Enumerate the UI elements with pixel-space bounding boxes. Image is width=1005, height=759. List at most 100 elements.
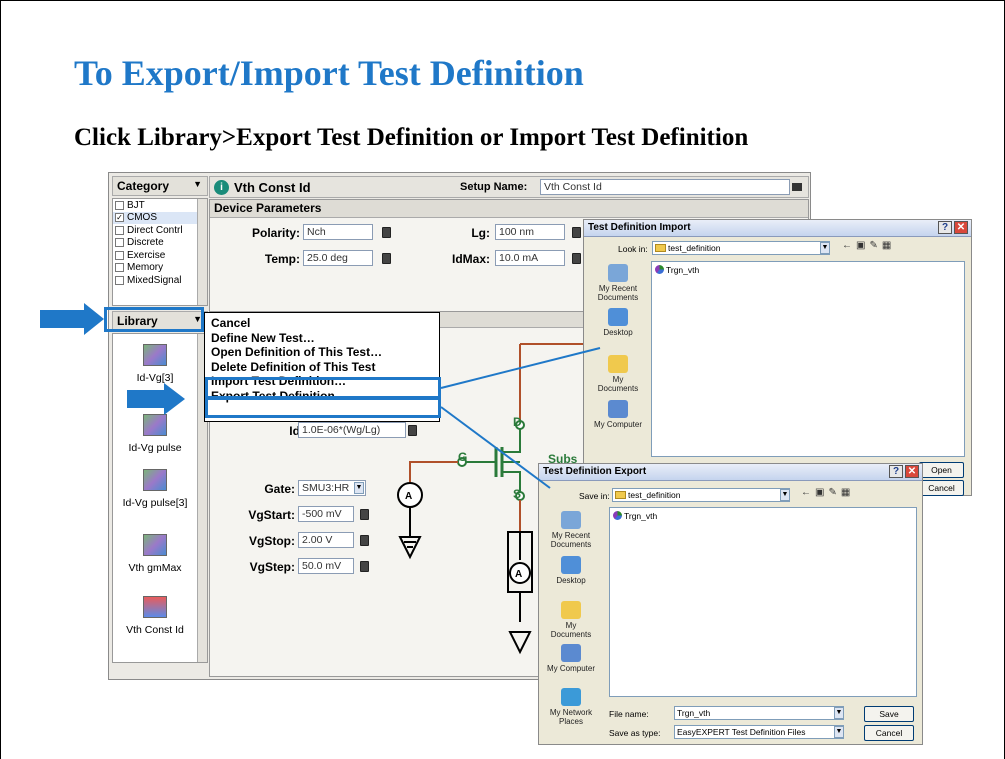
category-item[interactable]: Direct Contrl [113,224,207,237]
category-item[interactable]: MixedSignal [113,274,207,287]
chevron-down-icon[interactable]: ▼ [834,707,844,719]
folder-icon [655,244,666,252]
export-cancel-button[interactable]: Cancel [864,725,914,741]
calculator-icon[interactable] [572,253,581,264]
device-parameters-header: Device Parameters [210,200,808,218]
menu-item-open-definition[interactable]: Open Definition of This Test… [211,345,433,360]
idmax-field[interactable]: 10.0 mA [495,250,565,266]
checkbox-icon[interactable] [115,263,124,273]
nav-toolbar-icons[interactable]: ←▣✎▦ [801,487,854,498]
place-my-documents[interactable]: My Documents [594,355,642,393]
save-type-select[interactable]: EasyEXPERT Test Definition Files [674,725,844,739]
vgstop-field[interactable]: 2.00 V [298,532,354,548]
export-dialog-title: Test Definition Export [543,466,647,477]
calculator-icon[interactable] [572,227,581,238]
svg-text:A: A [405,491,412,502]
calculator-icon[interactable] [382,253,391,264]
export-file-list: Trgn_vth [609,507,917,697]
file-item[interactable]: Trgn_vth [655,265,699,275]
checkbox-icon[interactable] [115,238,124,248]
category-item[interactable]: ✓ CMOS [113,211,207,224]
vgstart-field[interactable]: -500 mV [298,506,354,522]
menu-item-cancel[interactable]: Cancel [211,316,433,331]
chevron-down-icon[interactable]: ▼ [820,242,830,254]
help-icon[interactable]: ? [938,221,952,234]
file-name-input[interactable]: Trgn_vth [674,706,844,720]
test-header: i Vth Const Id Setup Name: Vth Const Id [209,176,809,198]
polarity-field[interactable]: Nch [303,224,373,240]
import-cancel-button[interactable]: Cancel [919,480,964,496]
checkbox-icon[interactable] [115,225,124,235]
library-tool-item[interactable]: Vth Const Id [113,596,197,636]
close-icon[interactable]: ✕ [954,221,968,234]
checkbox-icon[interactable] [115,250,124,260]
chevron-down-icon[interactable]: ▼ [780,489,790,501]
chevron-down-icon[interactable]: ▼ [834,726,844,738]
vgstart-label: VgStart: [248,508,295,522]
place-desktop[interactable]: Desktop [547,556,595,585]
category-item[interactable]: Memory [113,262,207,275]
category-dropdown[interactable]: Category ▼ [112,176,208,196]
menu-item-delete-definition[interactable]: Delete Definition of This Test [211,360,433,375]
library-tool-item[interactable]: Vth gmMax [113,534,197,574]
help-icon[interactable]: ? [889,465,903,478]
category-item[interactable]: Exercise [113,249,207,262]
checkbox-checked-icon[interactable]: ✓ [115,213,124,223]
menu-item-define-new-test[interactable]: Define New Test… [211,331,433,346]
save-in-label: Save in: [579,491,610,501]
export-highlight-box [205,397,441,418]
gate-label: Gate: [264,482,295,496]
calculator-icon[interactable] [382,227,391,238]
open-button[interactable]: Open [919,462,964,478]
gate-node-label: G [458,450,468,464]
chevron-down-icon[interactable]: ▼ [354,482,364,494]
place-desktop[interactable]: Desktop [594,308,642,337]
vgstep-label: VgStep: [249,560,295,574]
look-in-select[interactable]: test_definition [652,241,830,255]
library-tool-item[interactable]: Id-Vg[3] [113,344,197,384]
category-item[interactable]: BJT [113,199,207,212]
checkbox-icon[interactable] [115,275,124,285]
test-title: Vth Const Id [234,180,311,195]
place-my-computer[interactable]: My Computer [594,400,642,429]
setup-name-field[interactable]: Vth Const Id [540,179,790,195]
save-in-select[interactable]: test_definition [612,488,790,502]
category-item[interactable]: Discrete [113,237,207,250]
library-tool-item[interactable]: Id-Vg pulse[3] [115,469,195,509]
place-my-network[interactable]: My Network Places [547,688,595,726]
idmax-label: IdMax: [451,252,490,266]
place-my-computer[interactable]: My Computer [547,644,595,673]
clock-icon [608,264,628,282]
info-icon[interactable]: i [214,180,229,195]
nav-toolbar-icons[interactable]: ←▣✎▦ [842,240,895,251]
calculator-icon[interactable] [360,535,369,546]
place-recent-documents[interactable]: My Recent Documents [594,264,642,302]
test-icon [143,469,167,491]
import-dialog-titlebar: Test Definition Import ? ✕ [584,220,971,237]
lg-label: Lg: [471,226,490,240]
temp-field[interactable]: 25.0 deg [303,250,373,266]
lg-field[interactable]: 100 nm [495,224,565,240]
checkbox-icon[interactable] [115,200,124,210]
desktop-icon [608,308,628,326]
category-scrollbar[interactable] [197,199,207,305]
folder-icon [615,491,626,499]
folder-icon [608,355,628,373]
place-recent-documents[interactable]: My Recent Documents [547,511,595,549]
polarity-label: Polarity: [251,226,300,240]
file-item[interactable]: Trgn_vth [613,511,657,521]
clock-icon [561,511,581,529]
save-button[interactable]: Save [864,706,914,722]
calculator-icon[interactable] [360,561,369,572]
vgstep-field[interactable]: 50.0 mV [298,558,354,574]
place-my-documents[interactable]: My Documents [547,601,595,639]
calculator-icon[interactable] [360,509,369,520]
import-highlight-box [205,377,441,399]
menu-icon[interactable] [792,183,802,191]
library-highlight-box [104,307,204,332]
file-name-label: File name: [609,709,649,719]
import-dialog: Test Definition Import ? ✕ Look in: test… [583,219,972,496]
close-icon[interactable]: ✕ [905,465,919,478]
look-in-label: Look in: [618,244,648,254]
library-tool-item[interactable]: Id-Vg pulse [113,414,197,454]
